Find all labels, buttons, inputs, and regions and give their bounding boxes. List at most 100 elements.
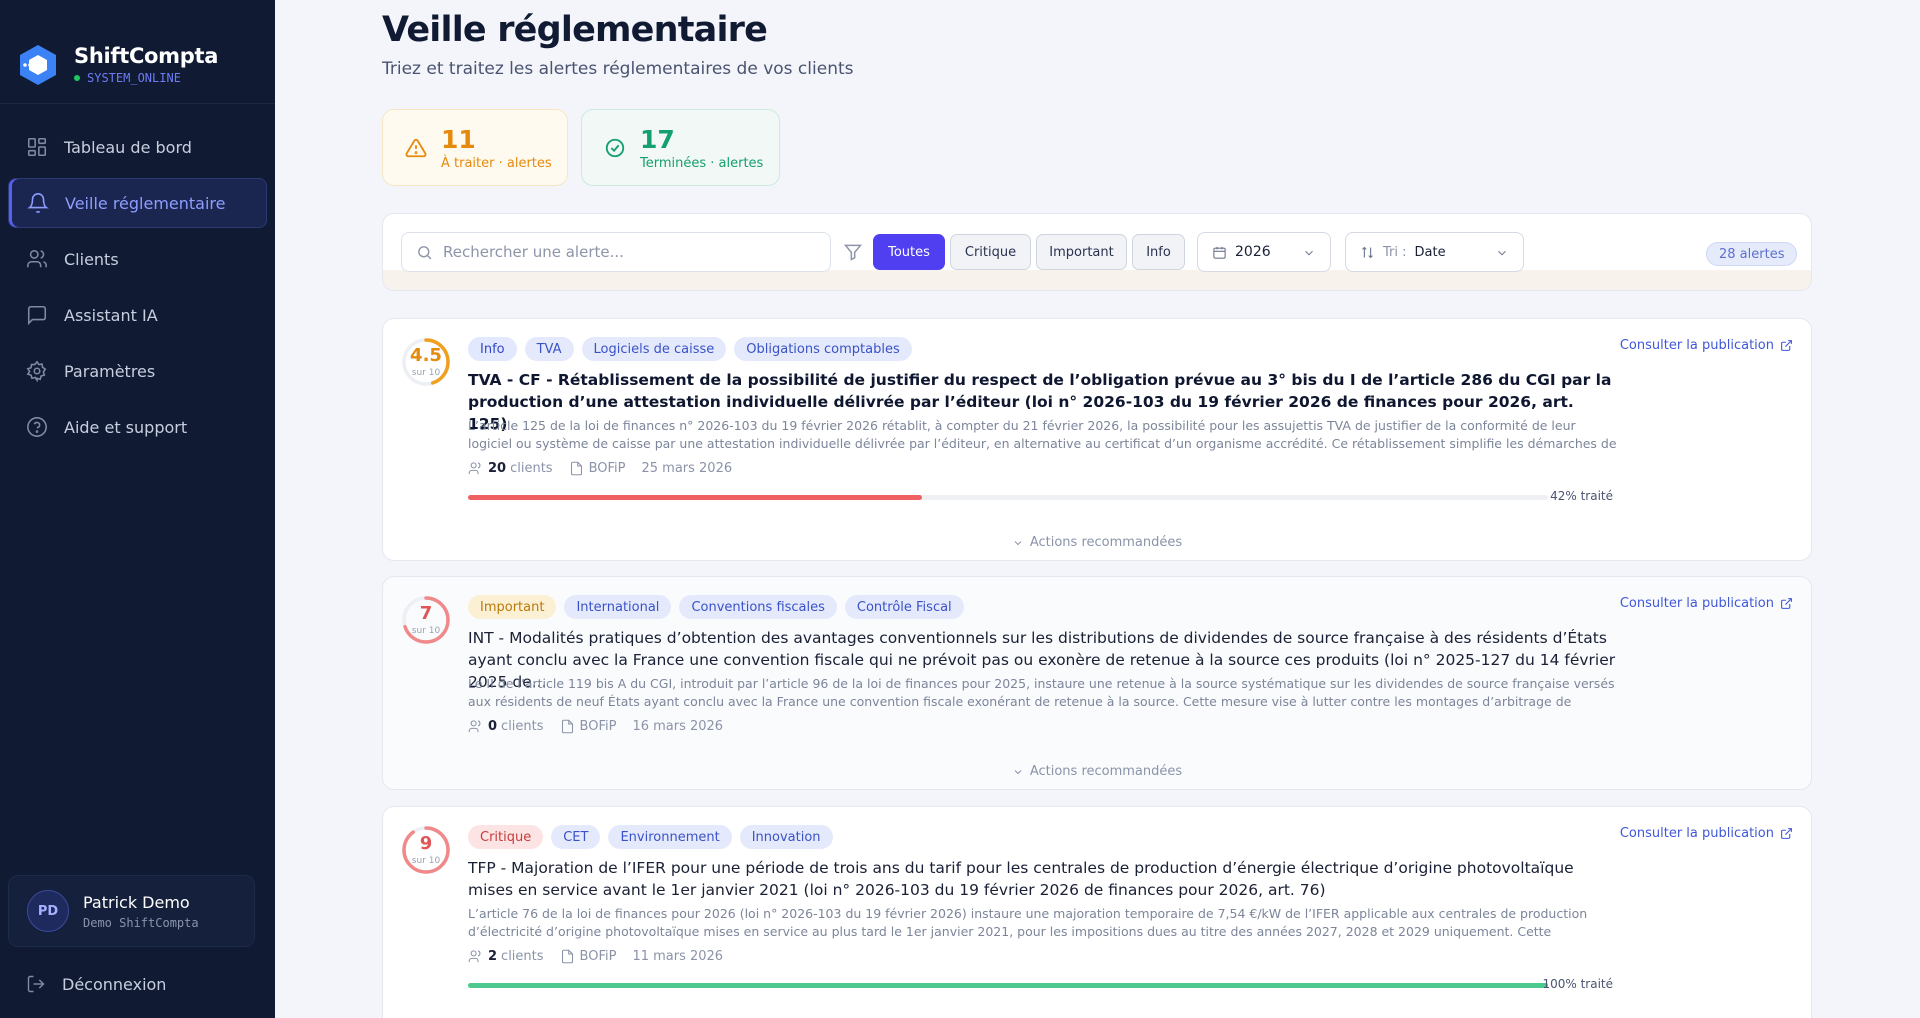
tag-topic[interactable]: Contrôle Fiscal [844, 595, 964, 619]
bell-icon [27, 193, 49, 213]
tag-topic[interactable]: Conventions fiscales [679, 595, 837, 619]
check-circle-icon [605, 138, 625, 157]
page-subtitle: Triez et traitez les alertes réglementai… [382, 59, 854, 79]
stat-done[interactable]: 17 Terminées · alertes [581, 109, 780, 186]
alert-card[interactable]: 9 sur 10 Critique CET Environnement Inno… [382, 806, 1812, 1018]
score-scale: sur 10 [411, 626, 441, 636]
users-icon [468, 462, 481, 475]
search-box[interactable] [401, 232, 831, 272]
avatar: PD [27, 890, 69, 932]
clients-label: clients [501, 949, 544, 964]
users-icon [468, 720, 481, 733]
sidebar-item-label: Aide et support [64, 417, 188, 437]
sidebar-item-aide[interactable]: Aide et support [8, 402, 267, 452]
score-ring: 7 sur 10 [401, 595, 451, 645]
chip-critique[interactable]: Critique [950, 234, 1031, 270]
help-icon [27, 417, 47, 437]
recommended-actions-toggle[interactable]: Actions recommandées [383, 764, 1811, 779]
alert-description: L’article 76 de la loi de finances pour … [468, 906, 1588, 939]
user-card[interactable]: PD Patrick Demo Demo ShiftCompta [8, 875, 255, 947]
chip-important[interactable]: Important [1036, 234, 1127, 270]
consult-publication-link[interactable]: Consulter la publication [1620, 596, 1793, 611]
recommended-actions-label: Actions recommandées [1029, 535, 1183, 550]
search-input[interactable] [443, 243, 803, 261]
sort-prefix: Tri : [1383, 244, 1407, 260]
chevron-down-icon [1014, 540, 1022, 545]
score-value: 9 [419, 833, 433, 854]
progress-label: 42% traité [1550, 489, 1613, 503]
sort-select[interactable]: Tri : Date [1345, 232, 1524, 272]
page-title: Veille réglementaire [382, 10, 768, 50]
tag-topic[interactable]: CET [551, 825, 601, 849]
alert-source: BOFiP [588, 461, 626, 476]
tag-topic[interactable]: Innovation [739, 825, 833, 849]
sidebar-item-dashboard[interactable]: Tableau de bord [8, 122, 267, 172]
consult-publication-link[interactable]: Consulter la publication [1620, 338, 1793, 353]
clients-count: 20 [488, 461, 507, 476]
tag-topic[interactable]: Logiciels de caisse [581, 337, 727, 361]
tag-topic[interactable]: International [564, 595, 672, 619]
sidebar-item-label: Clients [64, 249, 119, 269]
document-icon [561, 949, 573, 964]
tag-level[interactable]: Important [468, 595, 557, 619]
score-ring: 9 sur 10 [401, 825, 451, 875]
sidebar-item-clients[interactable]: Clients [8, 234, 267, 284]
dashboard-icon [27, 137, 47, 157]
stat-done-value: 17 [640, 124, 675, 154]
clients-label: clients [501, 719, 544, 734]
alert-title[interactable]: TFP - Majoration de l’IFER pour une péri… [468, 857, 1618, 901]
recommended-actions-toggle[interactable]: Actions recommandées [383, 535, 1811, 550]
sort-select-value: Date [1414, 244, 1446, 260]
filter-bar-strip [383, 270, 1811, 290]
alert-meta: 20 clients BOFiP 25 mars 2026 [468, 461, 732, 476]
tag-level[interactable]: Info [468, 337, 517, 361]
tag-topic[interactable]: Obligations comptables [734, 337, 912, 361]
shiftcompta-logo-icon [20, 44, 56, 85]
chip-toutes[interactable]: Toutes [873, 234, 945, 270]
stat-todo[interactable]: 11 À traiter · alertes [382, 109, 568, 186]
external-link-icon [1781, 828, 1792, 839]
sidebar-item-label: Assistant IA [64, 305, 158, 325]
filter-bar: Toutes Critique Important Info 2026 Tri … [382, 213, 1812, 291]
consult-publication-link[interactable]: Consulter la publication [1620, 826, 1793, 841]
tag-level[interactable]: Critique [468, 825, 544, 849]
alert-description: L’article 125 de la loi de finances n° 2… [468, 418, 1617, 451]
consult-publication-label: Consulter la publication [1619, 596, 1774, 611]
alert-source: BOFiP [579, 949, 617, 964]
alert-meta: 2 clients BOFiP 11 mars 2026 [468, 949, 723, 964]
user-name: Patrick Demo [83, 892, 190, 912]
sidebar-item-assistant[interactable]: Assistant IA [8, 290, 267, 340]
document-icon [561, 719, 573, 734]
alert-card[interactable]: 4.5 sur 10 Info TVA Logiciels de caisse … [382, 318, 1812, 561]
stat-done-label: Terminées · alertes [640, 155, 764, 171]
chip-info[interactable]: Info [1132, 234, 1185, 270]
alert-count-badge: 28 alertes [1706, 242, 1798, 266]
app-name: ShiftCompta [74, 44, 219, 68]
system-status: SYSTEM_ONLINE [74, 71, 218, 85]
progress-fill [468, 495, 922, 500]
external-link-icon [1781, 340, 1792, 351]
consult-publication-label: Consulter la publication [1619, 826, 1774, 841]
sidebar-item-veille[interactable]: Veille réglementaire [8, 178, 267, 228]
users-icon [468, 950, 481, 963]
clients-label: clients [510, 461, 553, 476]
logout-button[interactable]: Déconnexion [8, 964, 166, 1004]
alert-source: BOFiP [579, 719, 617, 734]
recommended-actions-label: Actions recommandées [1029, 764, 1183, 779]
alert-date: 25 mars 2026 [641, 461, 733, 476]
alert-card[interactable]: 7 sur 10 Important International Convent… [382, 576, 1812, 790]
tag-topic[interactable]: TVA [524, 337, 574, 361]
progress-label: 100% traité [1542, 977, 1613, 991]
logout-label: Déconnexion [62, 974, 167, 994]
stat-todo-label: À traiter · alertes [441, 155, 552, 171]
tag-topic[interactable]: Environnement [608, 825, 732, 849]
sort-icon [1362, 246, 1373, 258]
tag-list: Info TVA Logiciels de caisse Obligations… [468, 337, 920, 361]
consult-publication-label: Consulter la publication [1619, 338, 1774, 353]
logout-icon [27, 975, 45, 993]
sidebar-item-label: Veille réglementaire [65, 193, 226, 213]
main-content: Veille réglementaire Triez et traitez le… [275, 0, 1920, 1018]
year-select[interactable]: 2026 [1197, 232, 1331, 272]
document-icon [570, 461, 582, 476]
sidebar-item-parametres[interactable]: Paramètres [8, 346, 267, 396]
